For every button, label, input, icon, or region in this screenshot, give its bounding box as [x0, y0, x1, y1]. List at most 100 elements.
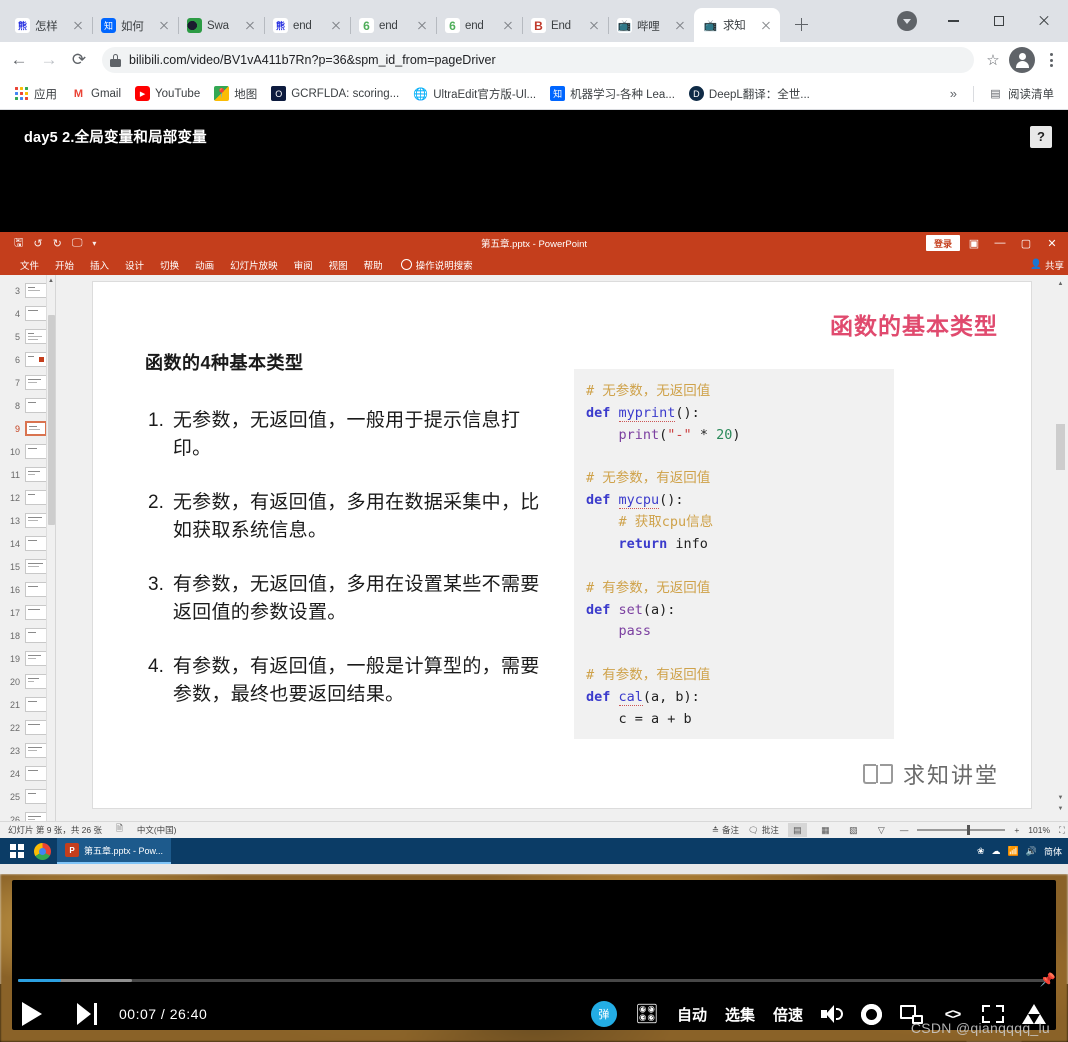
play-button[interactable] [22, 1002, 42, 1026]
ribbon-tab-view[interactable]: 视图 [321, 256, 356, 274]
ime-indicator[interactable]: 简体 [1044, 845, 1062, 858]
close-window-button[interactable] [1021, 5, 1066, 37]
close-icon[interactable] [157, 19, 171, 33]
scrollbar-thumb[interactable] [48, 315, 55, 525]
new-tab-button[interactable] [787, 10, 815, 38]
tray-cloud-icon[interactable]: ☁ [992, 846, 1001, 857]
scroll-down-icon[interactable]: ▼ [1055, 793, 1066, 804]
undo-icon[interactable]: ↺ [33, 237, 42, 250]
tray-flower-icon[interactable]: ❀ [977, 846, 985, 857]
zoom-level-label[interactable]: 101% [1028, 825, 1050, 835]
redo-icon[interactable]: ↻ [53, 237, 62, 250]
danmaku-toggle-button[interactable]: 弹 [590, 1001, 617, 1027]
ribbon-tab-insert[interactable]: 插入 [82, 256, 117, 274]
bookmark-zhihu-ml[interactable]: 知 机器学习-各种 Lea... [544, 83, 681, 105]
slide-thumbnail-pane[interactable]: 3 4 5 6 7 8 9 10 11 12 13 14 15 16 17 18… [0, 275, 56, 821]
zoom-in-button[interactable]: + [1014, 825, 1019, 835]
close-icon[interactable] [501, 19, 515, 33]
bookmark-apps[interactable]: 应用 [8, 83, 63, 105]
help-icon[interactable]: ? [1030, 125, 1052, 148]
browser-tab-5[interactable]: 6 end [436, 9, 523, 42]
chrome-menu-icon[interactable] [1038, 47, 1064, 73]
maximize-button[interactable] [976, 5, 1021, 37]
notes-button[interactable]: ≛ 备注 [712, 824, 739, 836]
close-icon[interactable] [243, 19, 257, 33]
close-icon[interactable] [415, 19, 429, 33]
browser-tab-0[interactable]: 熊 怎样 [6, 9, 93, 42]
volume-button[interactable] [821, 1004, 843, 1024]
browser-tab-1[interactable]: 知 如何 [92, 9, 179, 42]
minimize-button[interactable] [931, 5, 976, 37]
ribbon-tab-slideshow[interactable]: 幻灯片放映 [222, 256, 286, 274]
scrollbar-thumb[interactable] [1056, 424, 1065, 470]
slide-editing-stage[interactable]: 函数的基本类型 函数的4种基本类型 1. 无参数，无返回值，一般用于提示信息打印… [56, 275, 1068, 821]
ribbon-tab-design[interactable]: 设计 [117, 256, 152, 274]
close-icon[interactable] [587, 19, 601, 33]
reload-icon[interactable]: ⟳ [64, 45, 94, 75]
ppt-maximize-button[interactable]: ▢ [1014, 233, 1038, 253]
close-icon[interactable] [71, 19, 85, 33]
progress-track[interactable] [18, 979, 1050, 982]
avatar[interactable] [1009, 47, 1035, 73]
zoom-out-button[interactable]: — [900, 825, 909, 835]
scroll-up-icon[interactable]: ▲ [47, 275, 55, 286]
profile-chip-icon[interactable] [897, 11, 917, 31]
bookmark-gmail[interactable]: M Gmail [65, 83, 127, 104]
spellcheck-icon[interactable]: 🗎 [116, 823, 123, 837]
volume-icon[interactable]: 🔊 [1026, 846, 1037, 857]
reading-list-button[interactable]: ▤ 阅读清单 [982, 83, 1060, 105]
tray-network-icon[interactable]: 📶 [1008, 846, 1019, 857]
fit-to-window-icon[interactable]: ⛶ [1059, 825, 1065, 836]
login-button[interactable]: 登录 [925, 235, 960, 251]
language-label[interactable]: 中文(中国) [137, 824, 177, 836]
bookmark-gcrflda[interactable]: O GCRFLDA: scoring... [265, 83, 405, 104]
zoom-slider-knob[interactable] [967, 825, 971, 836]
slide-sorter-button[interactable]: ▦ [816, 823, 835, 837]
thumbnail-scrollbar[interactable]: ▲ [46, 275, 55, 821]
reading-view-button[interactable]: ▧ [844, 823, 863, 837]
slide-scrollbar[interactable]: ▲ ▼ ▼ [1055, 279, 1066, 815]
progress-bar[interactable]: 📌 [18, 972, 1056, 987]
tell-me-search[interactable]: 操作说明搜索 [391, 258, 473, 272]
next-slide-icon[interactable]: ▼ [1055, 804, 1066, 815]
present-icon[interactable]: 🖵 [72, 237, 83, 250]
episodes-button[interactable]: 选集 [725, 1004, 755, 1025]
normal-view-button[interactable]: ▤ [787, 823, 807, 837]
comments-button[interactable]: 🗨 批注 [748, 824, 779, 836]
bookmarks-overflow-icon[interactable]: » [942, 86, 965, 101]
browser-tab-6[interactable]: B End [522, 9, 609, 42]
chrome-taskbar-icon[interactable] [34, 842, 51, 860]
back-icon[interactable]: ← [4, 45, 34, 75]
browser-tab-3[interactable]: 熊 end [264, 9, 351, 42]
ribbon-tab-review[interactable]: 审阅 [286, 256, 321, 274]
ribbon-tab-home[interactable]: 开始 [47, 256, 82, 274]
ribbon-tab-file[interactable]: 文件 [12, 256, 47, 274]
windows-start-button[interactable] [6, 840, 28, 862]
browser-tab-7[interactable]: 📺 哔哩 [608, 9, 695, 42]
ribbon-tab-animations[interactable]: 动画 [187, 256, 222, 274]
next-episode-button[interactable] [77, 1003, 97, 1025]
scroll-up-icon[interactable]: ▲ [1055, 279, 1066, 290]
customize-qat-icon[interactable]: ▾ [92, 239, 96, 248]
close-icon[interactable] [329, 19, 343, 33]
current-slide[interactable]: 函数的基本类型 函数的4种基本类型 1. 无参数，无返回值，一般用于提示信息打印… [92, 281, 1032, 809]
ribbon-display-options-icon[interactable]: ▣ [962, 233, 986, 253]
bookmark-youtube[interactable]: ▶ YouTube [129, 83, 206, 104]
close-icon[interactable] [673, 19, 687, 33]
browser-tab-8-active[interactable]: 📺 求知 [694, 8, 780, 42]
slideshow-button[interactable]: ▽ [872, 823, 891, 837]
quality-auto-button[interactable]: 自动 [677, 1004, 707, 1025]
browser-tab-2[interactable]: Swa [178, 9, 265, 42]
save-icon[interactable]: 🖫 [14, 234, 23, 253]
bookmark-star-icon[interactable]: ☆ [980, 47, 1006, 73]
forward-icon[interactable]: → [34, 45, 64, 75]
zoom-slider[interactable] [917, 825, 1006, 836]
ribbon-tab-transitions[interactable]: 切换 [152, 256, 187, 274]
ppt-minimize-button[interactable]: — [988, 233, 1012, 253]
share-button[interactable]: 👤 共享 [1030, 258, 1064, 272]
playback-speed-button[interactable]: 倍速 [773, 1004, 803, 1025]
taskbar-item-powerpoint[interactable]: P 第五章.pptx - Pow... [57, 838, 172, 864]
browser-tab-4[interactable]: 6 end [350, 9, 437, 42]
bookmark-ultraedit[interactable]: 🌐 UltraEdit官方版-Ul... [407, 83, 542, 105]
ribbon-tab-help[interactable]: 帮助 [356, 256, 391, 274]
